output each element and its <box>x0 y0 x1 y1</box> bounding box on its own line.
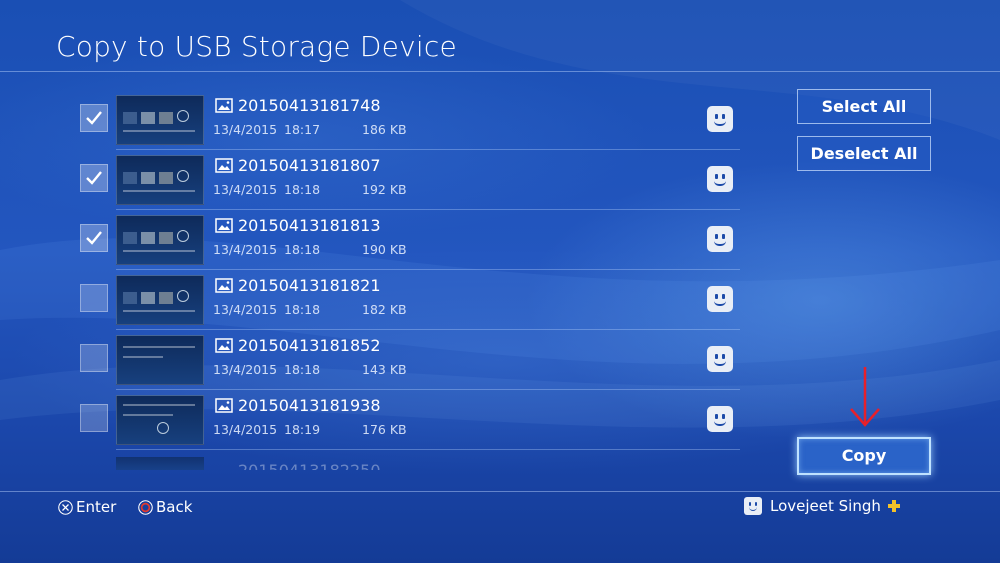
user-avatar-icon <box>707 226 733 252</box>
checkbox[interactable] <box>80 164 108 192</box>
file-size: 192 KB <box>362 182 407 197</box>
file-name: 20150413181852 <box>238 336 381 355</box>
user-name: Lovejeet Singh <box>770 497 881 515</box>
screenshot-thumbnail <box>116 155 204 205</box>
file-name: 20150413181938 <box>238 396 381 415</box>
copy-button[interactable]: Copy <box>797 437 931 475</box>
image-icon <box>215 398 233 413</box>
file-time: 18:18 <box>284 302 321 317</box>
screenshot-thumbnail <box>116 95 204 145</box>
back-hint: Back <box>138 498 192 516</box>
file-size: 190 KB <box>362 242 407 257</box>
page-title: Copy to USB Storage Device <box>56 30 457 63</box>
file-date: 13/4/2015 <box>213 422 278 437</box>
list-item[interactable]: 20150413181813 13/4/2015 18:18 190 KB <box>80 210 740 270</box>
checkmark-icon <box>86 231 102 245</box>
enter-label: Enter <box>76 498 117 516</box>
image-icon <box>215 158 233 173</box>
file-name: 20150413181807 <box>238 156 381 175</box>
deselect-all-button[interactable]: Deselect All <box>797 136 931 171</box>
file-time: 18:18 <box>284 182 321 197</box>
footer-divider <box>0 491 1000 492</box>
file-name: 20150413181813 <box>238 216 381 235</box>
circle-button-icon <box>138 499 153 515</box>
checkmark-icon <box>86 171 102 185</box>
list-item[interactable]: 20150413181938 13/4/2015 18:19 176 KB <box>80 390 740 450</box>
file-name: 20150413181821 <box>238 276 381 295</box>
file-size: 143 KB <box>362 362 407 377</box>
user-avatar-icon <box>744 497 762 515</box>
cross-button-icon <box>58 499 73 515</box>
file-date: 13/4/2015 <box>213 122 278 137</box>
checkbox[interactable] <box>80 104 108 132</box>
file-size: 186 KB <box>362 122 407 137</box>
screenshot-thumbnail <box>116 215 204 265</box>
file-list[interactable]: 20150413181748 13/4/2015 18:17 186 KB 20… <box>80 90 740 470</box>
file-size: 176 KB <box>362 422 407 437</box>
list-item[interactable]: 20150413181852 13/4/2015 18:18 143 KB <box>80 330 740 390</box>
user-avatar-icon <box>707 286 733 312</box>
checkmark-icon <box>86 111 102 125</box>
user-avatar-icon <box>707 106 733 132</box>
screenshot-thumbnail <box>116 275 204 325</box>
header-divider <box>0 71 1000 72</box>
file-time: 18:18 <box>284 242 321 257</box>
red-arrow-annotation <box>850 367 880 427</box>
checkbox[interactable] <box>80 404 108 432</box>
enter-hint: Enter <box>58 498 116 516</box>
user-avatar-icon <box>707 346 733 372</box>
checkbox[interactable] <box>80 224 108 252</box>
screenshot-thumbnail <box>116 395 204 445</box>
list-item[interactable]: 20150413181748 13/4/2015 18:17 186 KB <box>80 90 740 150</box>
file-time: 18:17 <box>284 122 321 137</box>
ps-plus-icon <box>887 500 900 512</box>
file-size: 182 KB <box>362 302 407 317</box>
checkbox[interactable] <box>80 284 108 312</box>
screenshot-thumbnail <box>116 335 204 385</box>
screenshot-thumbnail <box>116 457 204 470</box>
list-item[interactable]: 20150413181807 13/4/2015 18:18 192 KB <box>80 150 740 210</box>
user-avatar-icon <box>707 406 733 432</box>
image-icon <box>215 338 233 353</box>
back-label: Back <box>156 498 193 516</box>
list-item[interactable]: 20150413181821 13/4/2015 18:18 182 KB <box>80 270 740 330</box>
select-all-button[interactable]: Select All <box>797 89 931 124</box>
image-icon <box>215 218 233 233</box>
user-info: Lovejeet Singh <box>744 497 901 515</box>
user-avatar-icon <box>707 166 733 192</box>
file-name: 20150413181748 <box>238 96 381 115</box>
file-date: 13/4/2015 <box>213 302 278 317</box>
file-name: 20150413182250 <box>238 461 381 470</box>
checkbox[interactable] <box>80 344 108 372</box>
file-date: 13/4/2015 <box>213 242 278 257</box>
file-time: 18:18 <box>284 362 321 377</box>
file-date: 13/4/2015 <box>213 362 278 377</box>
image-icon <box>215 98 233 113</box>
file-time: 18:19 <box>284 422 321 437</box>
file-date: 13/4/2015 <box>213 182 278 197</box>
image-icon <box>215 278 233 293</box>
